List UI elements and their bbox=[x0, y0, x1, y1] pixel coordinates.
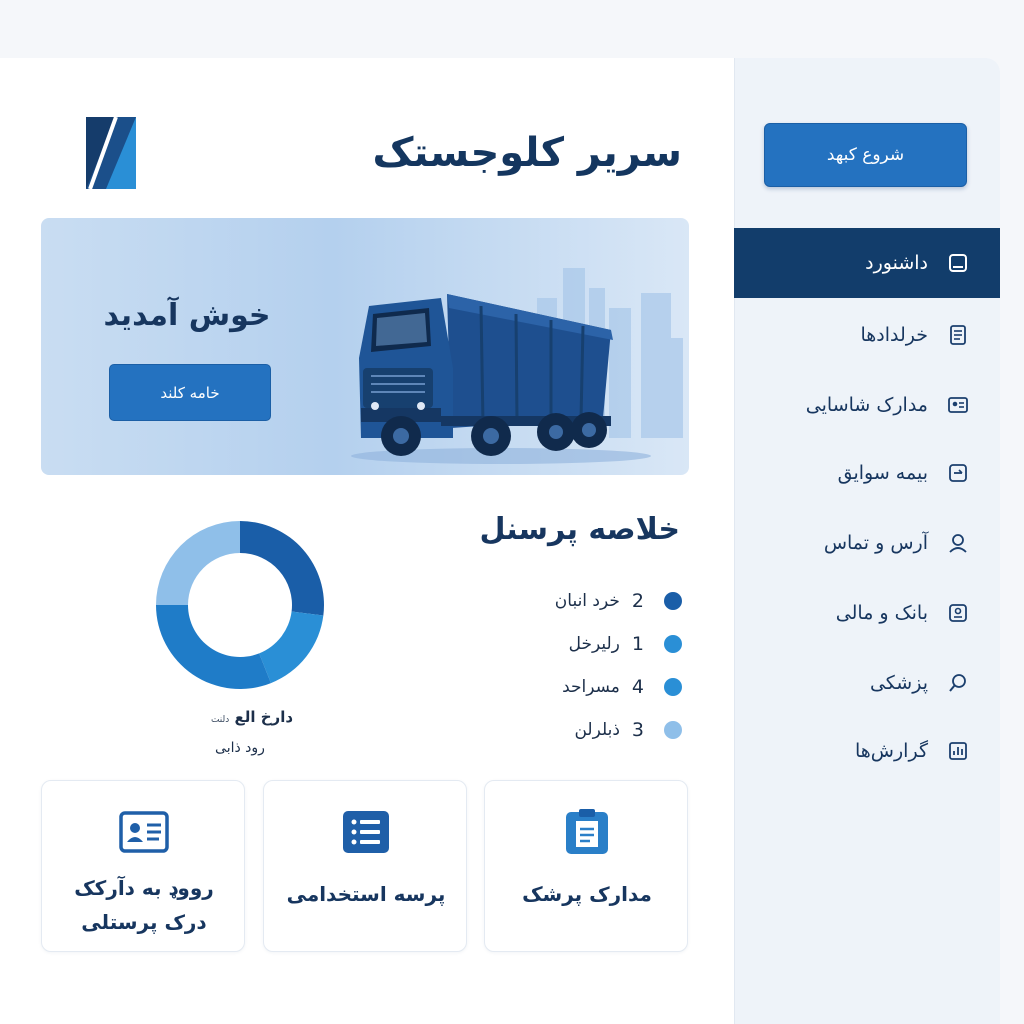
bank-icon bbox=[946, 601, 970, 625]
legend-count: 2 bbox=[631, 590, 644, 612]
sidebar-item-contracts[interactable]: خرلدادها bbox=[734, 307, 1000, 363]
sidebar-item-contact[interactable]: آرس و تماس bbox=[734, 515, 1000, 571]
card-medical-documents[interactable]: مدارک پرشک bbox=[484, 780, 688, 952]
sidebar-item-insurance[interactable]: بیمه سوایق bbox=[734, 445, 1000, 501]
legend-count: 4 bbox=[631, 676, 644, 698]
welcome-heading: خوش آمدید bbox=[103, 298, 271, 333]
contract-document-icon bbox=[946, 323, 970, 347]
legend-label: رلیرخل bbox=[568, 634, 620, 654]
card-label: پرسه استخدامی bbox=[286, 882, 446, 906]
donut-slice bbox=[259, 611, 324, 684]
sidebar-item-label: پزشکی bbox=[869, 672, 928, 694]
sidebar-item-label: بیمه سوایق bbox=[837, 462, 928, 484]
legend-dot bbox=[664, 678, 682, 696]
report-chart-icon bbox=[946, 739, 970, 763]
legend-label: مسراحد bbox=[562, 677, 620, 697]
legend-count: 3 bbox=[631, 719, 644, 741]
donut-caption: دارخ الع دلنت bbox=[180, 708, 320, 726]
donut-caption-small: دلنت bbox=[210, 715, 230, 725]
sidebar-item-id-documents[interactable]: مدارک شاسایی bbox=[734, 377, 1000, 433]
id-card-icon bbox=[946, 393, 970, 417]
legend-item: مسراحد 4 bbox=[520, 672, 682, 702]
card-personnel-records[interactable]: رووډ به دآرکک درک پرستلی bbox=[41, 780, 245, 952]
sidebar-item-medical[interactable]: پزشکی bbox=[734, 655, 1000, 711]
card-label: رووډ به دآرکک درک پرستلی bbox=[74, 876, 214, 934]
legend-dot bbox=[664, 592, 682, 610]
legend-dot bbox=[664, 635, 682, 653]
donut-slice bbox=[240, 521, 324, 616]
page-title: سریر کلوجستک bbox=[372, 130, 682, 176]
legend-count: 1 bbox=[631, 633, 644, 655]
sidebar-item-label: مدارک شاسایی bbox=[805, 394, 928, 416]
sidebar-item-label: گرارش‌ها bbox=[855, 740, 928, 762]
card-hiring-process[interactable]: پرسه استخدامی bbox=[263, 780, 467, 952]
contact-person-icon bbox=[946, 531, 970, 555]
donut-slice bbox=[156, 521, 240, 605]
legend-item: ذبلرلن 3 bbox=[520, 715, 682, 745]
sidebar-item-label: بانک و مالی bbox=[835, 602, 928, 624]
personnel-summary-title: خلاصه پرسنل bbox=[479, 512, 680, 547]
id-card-icon bbox=[119, 811, 169, 853]
personnel-donut-chart bbox=[156, 521, 324, 689]
legend-label: خرد انبان bbox=[554, 591, 620, 611]
welcome-banner: خوش آمدید خامه کلند bbox=[41, 218, 689, 475]
banner-action-button[interactable]: خامه کلند bbox=[109, 364, 271, 421]
sidebar-item-bank[interactable]: بانک و مالی bbox=[734, 585, 1000, 641]
clipboard-icon bbox=[566, 809, 608, 854]
sidebar-item-label: آرس و تماس bbox=[823, 532, 928, 554]
donut-slice bbox=[156, 605, 271, 689]
start-button[interactable]: شروع کبهد bbox=[764, 123, 967, 187]
sidebar-item-label: داشنورد bbox=[865, 252, 928, 274]
dump-truck-illustration bbox=[351, 268, 683, 464]
company-logo bbox=[86, 116, 136, 190]
sidebar-item-dashboard[interactable]: داشنورد bbox=[734, 228, 1000, 298]
sidebar-item-reports[interactable]: گرارش‌ها bbox=[734, 723, 1000, 779]
card-label: مدارک پرشک bbox=[522, 882, 652, 906]
legend-item: خرد انبان 2 bbox=[520, 586, 682, 616]
legend-label: ذبلرلن bbox=[574, 720, 620, 740]
legend-dot bbox=[664, 721, 682, 739]
medical-search-icon bbox=[946, 671, 970, 695]
legend-item: رلیرخل 1 bbox=[520, 629, 682, 659]
list-icon bbox=[343, 811, 389, 853]
insurance-card-icon bbox=[946, 461, 970, 485]
dashboard-icon bbox=[946, 251, 970, 275]
donut-subcaption: رود ذابی bbox=[215, 740, 265, 756]
sidebar-item-label: خرلدادها bbox=[860, 324, 928, 346]
donut-caption-main: دارخ الع bbox=[234, 708, 294, 726]
